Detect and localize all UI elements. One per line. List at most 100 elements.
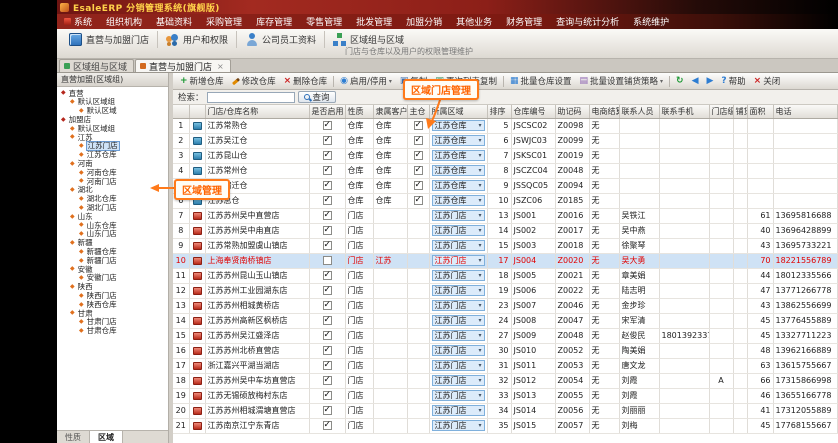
main-checkbox[interactable]: [414, 121, 423, 130]
column-header-14[interactable]: 门店级别: [709, 105, 733, 118]
tree-node-16[interactable]: ◆山东门店: [57, 230, 168, 239]
enabled-checkbox[interactable]: [323, 301, 332, 310]
table-row[interactable]: 4江苏常州仓仓库仓库江苏仓库▾8JSCZC04Z0048无: [173, 163, 837, 178]
column-header-7[interactable]: 所属区域: [429, 105, 487, 118]
toolbar-button-4[interactable]: ◉启用/停用▾: [336, 75, 396, 88]
toolbar-button-2[interactable]: ×删除仓库: [280, 75, 332, 88]
tree-node-23[interactable]: ◆陕西门店: [57, 291, 168, 300]
ribbon-button-1[interactable]: 用户和权限: [157, 31, 236, 48]
tab-0[interactable]: 区域组与区域: [59, 59, 134, 72]
column-header-2[interactable]: 门店/仓库名称: [205, 105, 309, 118]
region-combo[interactable]: 江苏门店▾: [432, 345, 485, 356]
search-button[interactable]: 查询: [298, 91, 336, 103]
region-combo[interactable]: 江苏门店▾: [432, 390, 485, 401]
toolbar-button-11[interactable]: ↻: [672, 75, 688, 88]
tab-1[interactable]: 直营与加盟门店×: [135, 59, 231, 72]
tab-close-icon[interactable]: ×: [217, 62, 224, 71]
enabled-checkbox[interactable]: [323, 241, 332, 250]
enabled-checkbox[interactable]: [323, 196, 332, 205]
tree-node-13[interactable]: ◆湖北门店: [57, 203, 168, 212]
toolbar-button-9[interactable]: ▤批量设置铺货策略▾: [575, 75, 667, 88]
column-header-3[interactable]: 是否启用: [309, 105, 345, 118]
tree-node-9[interactable]: ◆河南仓库: [57, 168, 168, 177]
table-row[interactable]: 15江苏苏州吴江盛泽店门店江苏门店▾27JS009Z0048无赵俊民180139…: [173, 328, 837, 343]
region-combo[interactable]: 江苏门店▾: [432, 405, 485, 416]
table-row[interactable]: 12江苏苏州工业园湖东店门店江苏门店▾19JS006Z0022无陆志明47137…: [173, 283, 837, 298]
menu-item-0[interactable]: 系统: [57, 14, 99, 29]
region-combo[interactable]: 江苏仓库▾: [432, 195, 485, 206]
menu-item-1[interactable]: 组织机构: [99, 14, 149, 29]
enabled-checkbox[interactable]: [323, 226, 332, 235]
region-combo[interactable]: 江苏仓库▾: [432, 165, 485, 176]
region-combo[interactable]: 江苏门店▾: [432, 330, 485, 341]
tree-node-3[interactable]: ◆加盟店: [57, 115, 168, 124]
ribbon-button-3[interactable]: 区域组与区域: [324, 31, 412, 48]
enabled-checkbox[interactable]: [323, 316, 332, 325]
menu-item-10[interactable]: 查询与统计分析: [549, 14, 626, 29]
table-row[interactable]: 11江苏苏州昆山玉山镇店门店江苏门店▾18JS005Z0021无章美娟44180…: [173, 268, 837, 283]
enabled-checkbox[interactable]: [323, 271, 332, 280]
main-checkbox[interactable]: [414, 136, 423, 145]
column-header-5[interactable]: 隶属客户: [373, 105, 407, 118]
toolbar-button-12[interactable]: ◀: [688, 75, 703, 88]
region-combo[interactable]: 江苏仓库▾: [432, 120, 485, 131]
table-row[interactable]: 2江苏吴江仓仓库仓库江苏仓库▾6JSWJC03Z0099无: [173, 133, 837, 148]
menu-item-6[interactable]: 批发管理: [349, 14, 399, 29]
enabled-checkbox[interactable]: [323, 406, 332, 415]
column-header-6[interactable]: 主仓: [407, 105, 429, 118]
menu-item-3[interactable]: 采购管理: [199, 14, 249, 29]
table-row[interactable]: 7江苏苏州吴中直营店门店江苏门店▾13JS001Z0016无吴铁江6113695…: [173, 208, 837, 223]
enabled-checkbox[interactable]: [323, 166, 332, 175]
main-checkbox[interactable]: [414, 181, 423, 190]
tree-node-27[interactable]: ◆甘肃仓库: [57, 327, 168, 336]
table-row[interactable]: 9江苏常熟加盟虞山镇店门店江苏门店▾15JS003Z0018无徐聚琴431369…: [173, 238, 837, 253]
table-row[interactable]: 16江苏苏州北桥直营店门店江苏门店▾30JS010Z0052无陶美娟481396…: [173, 343, 837, 358]
enabled-checkbox[interactable]: [323, 121, 332, 130]
region-combo[interactable]: 江苏门店▾: [432, 420, 485, 431]
main-checkbox[interactable]: [414, 151, 423, 160]
menu-item-8[interactable]: 其他业务: [449, 14, 499, 29]
column-header-4[interactable]: 性质: [345, 105, 373, 118]
table-row[interactable]: 17浙江嘉兴平湖当湖店门店江苏门店▾31JS011Z0053无唐文龙631361…: [173, 358, 837, 373]
table-row[interactable]: 13江苏苏州相城黄桥店门店江苏门店▾23JS007Z0046无金步珍431386…: [173, 298, 837, 313]
toolbar-button-13[interactable]: ▶: [703, 75, 718, 88]
table-row[interactable]: 21江苏南京江宁东青店门店江苏门店▾35JS015Z0057无刘梅4517768…: [173, 418, 837, 433]
search-input[interactable]: [207, 92, 295, 103]
tree-node-21[interactable]: ◆安徽门店: [57, 274, 168, 283]
region-combo[interactable]: 江苏门店▾: [432, 270, 485, 281]
ribbon-button-0[interactable]: 直营与加盟门店: [61, 31, 157, 48]
tree-node-24[interactable]: ◆陕西仓库: [57, 300, 168, 309]
enabled-checkbox[interactable]: [323, 376, 332, 385]
enabled-checkbox[interactable]: [323, 331, 332, 340]
toolbar-button-1[interactable]: 修改仓库: [228, 75, 280, 88]
column-header-10[interactable]: 助记码: [555, 105, 589, 118]
enabled-checkbox[interactable]: [323, 211, 332, 220]
enabled-checkbox[interactable]: [323, 136, 332, 145]
menu-item-5[interactable]: 零售管理: [299, 14, 349, 29]
tree-node-18[interactable]: ◆新疆仓库: [57, 247, 168, 256]
tree-node-19[interactable]: ◆新疆门店: [57, 256, 168, 265]
region-combo[interactable]: 江苏门店▾: [432, 300, 485, 311]
column-header-12[interactable]: 联系人员: [619, 105, 659, 118]
table-row[interactable]: 8江苏苏州吴中甪直店门店江苏门店▾14JS002Z0017无吴中燕4013696…: [173, 223, 837, 238]
table-row[interactable]: 14江苏苏州高新区枫桥店门店江苏门店▾24JS008Z0047无宋军清45137…: [173, 313, 837, 328]
enabled-checkbox[interactable]: [323, 391, 332, 400]
sidebar-tab-0[interactable]: 性质: [57, 431, 90, 443]
region-combo[interactable]: 江苏门店▾: [432, 285, 485, 296]
table-row[interactable]: 6江苏总仓仓库仓库江苏仓库▾10JSZC06Z0185无: [173, 193, 837, 208]
table-row[interactable]: 10上海奉贤南桥镇店门店江苏江苏门店▾17JS004Z0020无吴大勇70182…: [173, 253, 837, 268]
enabled-checkbox[interactable]: [323, 256, 332, 265]
table-row[interactable]: 20江苏苏州相城渭塘直营店门店江苏门店▾34JS014Z0056无刘丽丽4117…: [173, 403, 837, 418]
enabled-checkbox[interactable]: [323, 421, 332, 430]
enabled-checkbox[interactable]: [323, 151, 332, 160]
column-header-8[interactable]: 排序: [487, 105, 511, 118]
table-row[interactable]: 19江苏无锡硕放梅村东店门店江苏门店▾33JS013Z0055无刘霞461365…: [173, 388, 837, 403]
column-header-13[interactable]: 联系手机: [659, 105, 709, 118]
region-combo[interactable]: 江苏仓库▾: [432, 180, 485, 191]
tree-node-8[interactable]: ◆河南: [57, 159, 168, 168]
region-combo[interactable]: 江苏门店▾: [432, 240, 485, 251]
region-combo[interactable]: 江苏仓库▾: [432, 150, 485, 161]
tree-node-7[interactable]: ◆江苏仓库: [57, 151, 168, 160]
sidebar-tab-1[interactable]: 区域: [90, 431, 123, 443]
region-combo[interactable]: 江苏门店▾: [432, 360, 485, 371]
